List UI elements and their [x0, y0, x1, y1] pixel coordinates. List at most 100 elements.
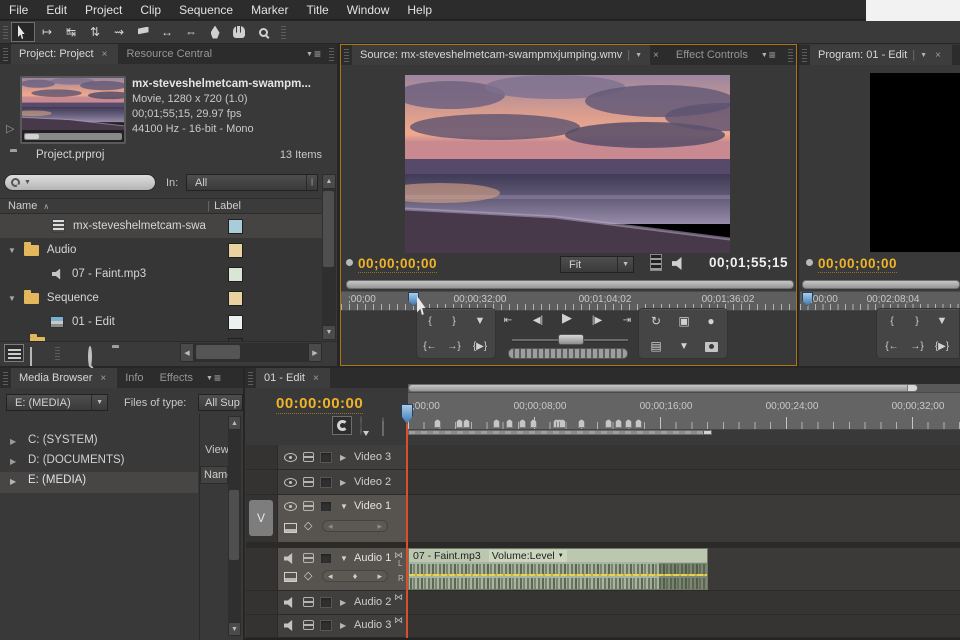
set-unnumbered-marker-button[interactable] — [382, 418, 384, 436]
track-content-video3[interactable] — [408, 445, 960, 470]
video1-source-chip[interactable]: V — [249, 500, 273, 536]
toggle-track-output-icon[interactable] — [284, 453, 297, 462]
toggle-track-output-icon[interactable] — [284, 553, 296, 564]
panel-menu-icon[interactable]: ▼≡ — [301, 44, 326, 64]
sequence-marker[interactable] — [519, 419, 526, 428]
panel-grip[interactable] — [344, 48, 349, 62]
clip-fx-badge[interactable]: Volume:Level ▼ — [489, 550, 567, 562]
track-name[interactable]: Video 2 — [354, 476, 391, 488]
media-name-header[interactable]: Name — [200, 466, 228, 484]
expand-caret-icon[interactable]: ▼ — [8, 246, 16, 255]
close-icon[interactable]: × — [310, 373, 322, 384]
sequence-marker[interactable] — [578, 419, 585, 428]
tree-caret-icon[interactable]: ▶ — [10, 437, 16, 446]
sync-lock-icon[interactable] — [303, 501, 314, 511]
timeline-current-timecode[interactable]: 00:00:00:00 — [276, 395, 363, 414]
track-lock-toggle[interactable] — [320, 553, 332, 564]
menu-project[interactable]: Project — [76, 0, 131, 20]
label-chip[interactable] — [228, 291, 243, 306]
safe-margins-button[interactable]: ▣ — [672, 313, 696, 329]
close-icon[interactable]: × — [97, 373, 109, 384]
close-icon[interactable]: × — [99, 49, 111, 60]
next-keyframe-icon[interactable]: ▸ — [377, 521, 382, 532]
media-scroll-down-button[interactable]: ▼ — [228, 622, 241, 636]
expand-track-icon[interactable]: ▶ — [340, 453, 346, 462]
set-out-button[interactable]: } — [442, 313, 466, 329]
sync-lock-icon[interactable] — [303, 553, 314, 563]
column-name[interactable]: Name — [8, 200, 37, 212]
snap-button[interactable] — [332, 416, 352, 435]
collapse-track-icon[interactable]: ▼ — [340, 554, 348, 563]
close-icon[interactable]: × — [932, 50, 944, 61]
project-vscroll-thumb[interactable] — [323, 191, 334, 267]
track-content-video2[interactable] — [408, 470, 960, 495]
zoom-level-dropdown[interactable]: Fit ▼ — [560, 256, 634, 273]
work-area-end-handle[interactable] — [703, 431, 711, 434]
tree-caret-icon[interactable]: ▶ — [10, 477, 16, 486]
toggle-track-output-icon[interactable] — [284, 620, 296, 631]
track-lock-toggle[interactable] — [320, 620, 332, 631]
sequence-marker[interactable] — [493, 419, 500, 428]
play-button[interactable]: ▶ — [555, 310, 579, 326]
track-header-video2[interactable]: ▶ Video 2 — [278, 470, 408, 495]
in-filter-dropdown[interactable]: All | — [186, 174, 318, 191]
panel-grip[interactable] — [248, 371, 253, 385]
expand-track-icon[interactable]: ▶ — [340, 478, 346, 487]
sequence-marker[interactable] — [434, 419, 441, 428]
go-to-out-button[interactable]: →} — [905, 338, 929, 354]
menu-help[interactable]: Help — [398, 0, 441, 20]
tool-track-select[interactable]: ↦ — [35, 22, 59, 42]
tab-source[interactable]: Source: mx-steveshelmetcam-swampmxjumpin… — [352, 45, 650, 65]
track-header-video1[interactable]: ▼ Video 1 ◇ ◂ ▸ — [278, 495, 408, 543]
sequence-marker[interactable] — [605, 419, 612, 428]
track-content-video1[interactable] — [408, 495, 960, 543]
drive-dropdown[interactable]: E: (MEDIA) ▼ — [6, 394, 108, 411]
source-select-icon[interactable]: ▼ — [635, 52, 642, 59]
project-vscrollbar[interactable] — [322, 189, 336, 325]
list-item[interactable]: ▼ Audio — [0, 238, 322, 262]
source-scrollbar[interactable] — [346, 280, 794, 289]
tab-effects[interactable]: Effects — [152, 368, 201, 388]
source-assign-cell[interactable] — [246, 445, 278, 470]
program-scrollbar[interactable] — [802, 280, 960, 289]
sequence-marker[interactable] — [635, 419, 642, 428]
set-display-style-icon[interactable] — [284, 523, 297, 533]
list-item[interactable]: 07 - Faint.mp3 — [0, 262, 322, 286]
poster-scrubber-thumb[interactable] — [25, 134, 39, 139]
column-label[interactable]: Label — [214, 200, 241, 212]
add-keyframe-icon[interactable]: ♦ — [353, 571, 358, 581]
close-icon[interactable]: × — [650, 50, 662, 61]
sequence-marker[interactable] — [625, 419, 632, 428]
tool-selection[interactable] — [11, 22, 35, 42]
tab-program[interactable]: Program: 01 - Edit | ▼ × — [810, 45, 952, 65]
shuttle-slider[interactable] — [558, 334, 584, 345]
keyframe-navigator[interactable]: ◂ ♦ ▸ — [322, 570, 388, 582]
icon-view-button[interactable] — [30, 348, 32, 366]
tool-ripple-edit[interactable]: ↹ — [59, 22, 83, 42]
project-hscrollbar[interactable] — [194, 343, 308, 362]
toggle-video-icon[interactable] — [650, 254, 662, 271]
program-current-timecode[interactable]: 00;00;00;00 — [818, 256, 897, 273]
tool-rate-stretch[interactable]: ⇝ — [107, 22, 131, 42]
set-out-button[interactable]: } — [905, 313, 929, 329]
set-encore-chapter-marker-button[interactable] — [360, 417, 362, 435]
project-hscroll-thumb[interactable] — [196, 345, 240, 359]
toggle-track-output-icon[interactable] — [284, 478, 297, 487]
play-preview-icon[interactable]: ▷ — [6, 122, 14, 135]
program-select-icon[interactable]: ▼ — [920, 52, 927, 59]
panel-grip[interactable] — [3, 371, 8, 385]
go-to-in-button[interactable]: {← — [880, 338, 904, 354]
show-keyframes-icon[interactable]: ◇ — [304, 569, 312, 582]
keyframe-navigator[interactable]: ◂ ▸ — [322, 520, 388, 532]
track-name[interactable]: Audio 3 — [354, 619, 391, 631]
source-assign-cell[interactable] — [246, 548, 278, 591]
search-input[interactable]: ▼ — [4, 174, 156, 191]
expand-track-icon[interactable]: ▶ — [340, 621, 346, 630]
timeline-ruler[interactable]: ;00;00 00;00;08;00 00;00;16;00 00;00;24;… — [408, 392, 960, 430]
hscroll-right-button[interactable]: ▶ — [308, 343, 322, 362]
show-keyframes-icon[interactable]: ◇ — [304, 519, 312, 532]
jog-disk[interactable] — [508, 348, 628, 359]
scroll-up-button[interactable]: ▲ — [322, 174, 336, 189]
tool-hand[interactable] — [227, 22, 251, 42]
go-to-previous-edit-button[interactable]: ⇤ — [496, 312, 520, 328]
